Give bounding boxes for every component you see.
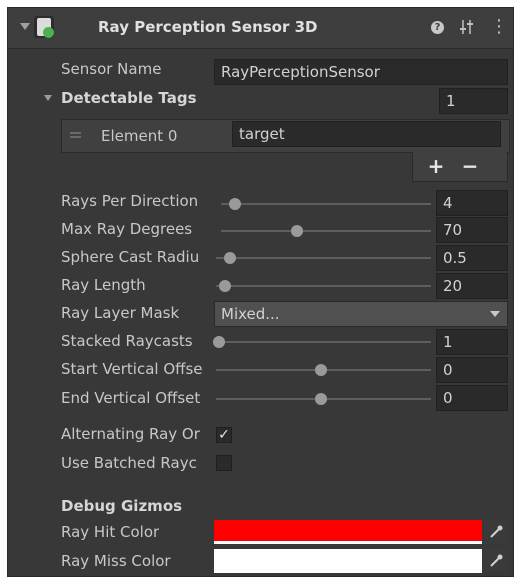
ray-miss-color-field[interactable] <box>214 549 482 573</box>
sensor-name-field[interactable]: RayPerceptionSensor <box>214 59 508 85</box>
component-title: Ray Perception Sensor 3D <box>98 18 318 36</box>
detectable-tags-label: Detectable Tags <box>61 89 197 107</box>
rays-per-direction-label: Rays Per Direction <box>61 192 199 210</box>
element-0-label: Element 0 <box>101 127 178 145</box>
sphere-cast-radius-handle[interactable] <box>224 252 236 264</box>
ray-layer-mask-value: Mixed... <box>221 305 280 323</box>
alternating-ray-order-checkbox[interactable]: ✓ <box>216 427 232 443</box>
drag-handle-icon[interactable] <box>70 132 81 134</box>
start-vertical-offset-handle[interactable] <box>315 364 327 376</box>
remove-element-button[interactable]: − <box>460 154 480 178</box>
rays-per-direction-handle[interactable] <box>229 198 241 210</box>
component-header[interactable]: Ray Perception Sensor 3D ? ⋮ <box>8 8 513 49</box>
inspector-panel: Ray Perception Sensor 3D ? ⋮ Sensor Name… <box>7 7 514 577</box>
ray-layer-mask-label: Ray Layer Mask <box>61 304 180 322</box>
tags-foldout-arrow-icon[interactable] <box>44 95 52 101</box>
max-ray-degrees-track <box>221 230 431 232</box>
use-batched-raycasts-label: Use Batched Rayc <box>61 454 197 472</box>
use-batched-raycasts-checkbox[interactable] <box>216 455 232 471</box>
start-vertical-offset-field[interactable]: 0 <box>436 357 508 383</box>
drag-handle-line <box>70 136 81 138</box>
max-ray-degrees-handle[interactable] <box>291 225 303 237</box>
end-vertical-offset-label: End Vertical Offset <box>61 389 201 407</box>
sphere-cast-radius-track <box>216 257 431 259</box>
sensor-name-label: Sensor Name <box>61 60 162 78</box>
eyedropper-icon[interactable] <box>484 549 508 573</box>
ray-length-handle[interactable] <box>219 280 231 292</box>
eyedropper-icon[interactable] <box>484 520 508 544</box>
foldout-arrow-icon[interactable] <box>20 23 30 30</box>
element-0-field[interactable]: target <box>232 121 501 147</box>
rays-per-direction-field[interactable]: 4 <box>436 190 508 216</box>
max-ray-degrees-label: Max Ray Degrees <box>61 220 193 238</box>
help-icon[interactable]: ? <box>431 21 444 34</box>
presets-icon[interactable] <box>460 19 474 35</box>
end-vertical-offset-field[interactable]: 0 <box>436 385 508 411</box>
detectable-tags-count[interactable]: 1 <box>439 88 508 114</box>
add-element-button[interactable]: + <box>426 154 446 178</box>
alternating-ray-order-label: Alternating Ray Or <box>61 425 200 443</box>
ray-length-field[interactable]: 20 <box>436 273 508 299</box>
max-ray-degrees-field[interactable]: 70 <box>436 217 508 243</box>
end-vertical-offset-handle[interactable] <box>315 393 327 405</box>
stacked-raycasts-handle[interactable] <box>213 336 225 348</box>
rays-per-direction-track <box>221 203 431 205</box>
ray-hit-color-field[interactable] <box>214 520 482 544</box>
stacked-raycasts-label: Stacked Raycasts <box>61 332 193 350</box>
context-menu-icon[interactable]: ⋮ <box>490 17 508 37</box>
ray-length-label: Ray Length <box>61 276 146 294</box>
stacked-raycasts-track <box>216 341 431 343</box>
stacked-raycasts-field[interactable]: 1 <box>436 329 508 355</box>
ray-miss-color-label: Ray Miss Color <box>61 552 171 570</box>
sensor-component-icon <box>43 27 54 38</box>
sphere-cast-radius-label: Sphere Cast Radiu <box>61 248 200 266</box>
start-vertical-offset-label: Start Vertical Offse <box>61 360 203 378</box>
ray-layer-mask-dropdown[interactable]: Mixed... <box>214 301 508 327</box>
sphere-cast-radius-field[interactable]: 0.5 <box>436 245 508 271</box>
ray-length-track <box>216 285 431 287</box>
debug-gizmos-heading: Debug Gizmos <box>61 497 183 515</box>
ray-hit-color-label: Ray Hit Color <box>61 523 160 541</box>
dropdown-arrow-icon <box>490 311 500 317</box>
